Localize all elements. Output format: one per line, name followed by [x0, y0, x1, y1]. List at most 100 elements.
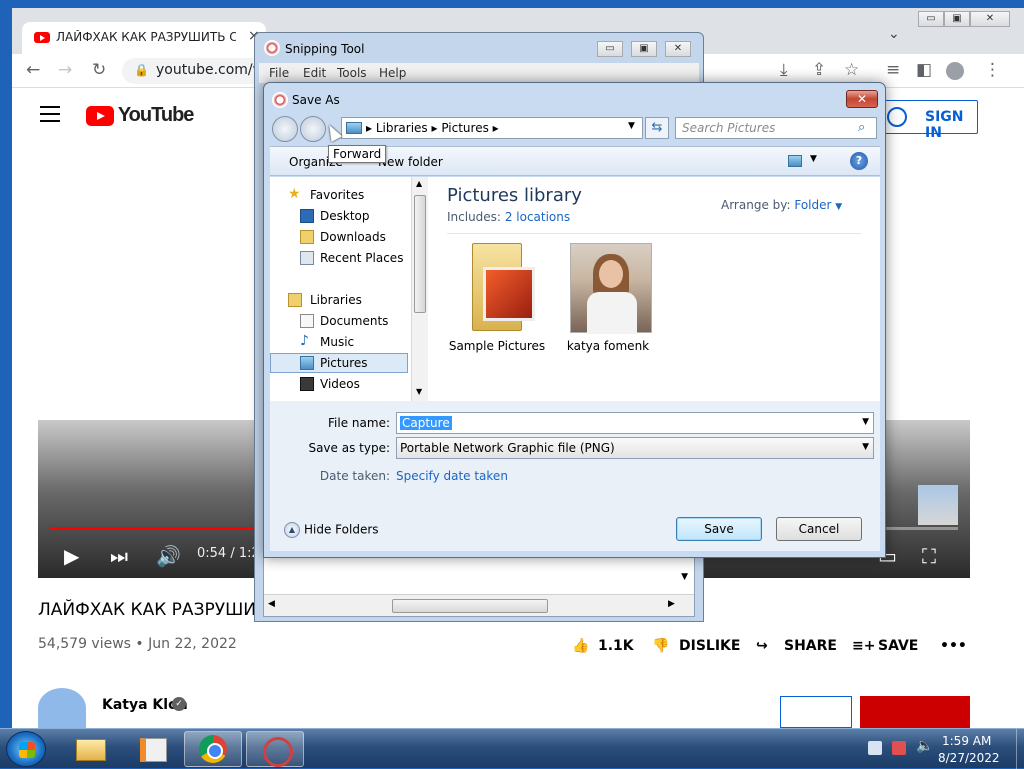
taskbar-snipping-tool[interactable]	[246, 731, 304, 767]
volume-tray-icon[interactable]: 🔈	[916, 738, 933, 754]
forward-icon[interactable]: →	[58, 60, 72, 80]
chrome-close-button[interactable]: ✕	[970, 11, 1010, 27]
hide-folders-label: Hide Folders	[304, 522, 379, 537]
hamburger-menu-icon[interactable]	[40, 106, 60, 127]
arrange-dropdown-icon[interactable]: ▼	[835, 202, 842, 212]
horizontal-scrollbar[interactable]: ◀ ▶	[264, 594, 694, 616]
nav-libraries[interactable]: Libraries	[270, 290, 408, 310]
chrome-maximize-button[interactable]: ▣	[944, 11, 970, 27]
save-type-dropdown-icon[interactable]: ▼	[862, 442, 869, 452]
date-taken-link[interactable]: Specify date taken	[396, 469, 508, 483]
reading-list-icon[interactable]: ≡	[886, 60, 900, 80]
dislike-icon[interactable]: 👎	[652, 638, 669, 654]
reload-icon[interactable]: ↻	[92, 60, 106, 80]
cancel-button[interactable]: Cancel	[776, 517, 862, 541]
save-type-select[interactable]: Portable Network Graphic file (PNG) ▼	[396, 437, 874, 459]
scroll-left-icon[interactable]: ◀	[268, 599, 275, 609]
nav-music[interactable]: ♪ Music	[270, 332, 408, 352]
like-count[interactable]: 1.1K	[598, 638, 634, 654]
start-button[interactable]	[6, 731, 46, 767]
volume-icon[interactable]: 🔊	[156, 544, 181, 568]
breadcrumb-bar[interactable]: ▸ Libraries ▸ Pictures ▸ ▼	[341, 117, 643, 139]
help-icon[interactable]: ?	[850, 152, 868, 170]
fullscreen-icon[interactable]: ⛶	[922, 544, 936, 568]
nav-downloads[interactable]: Downloads	[270, 227, 408, 247]
view-dropdown-icon[interactable]: ▼	[810, 154, 817, 164]
libraries-icon	[288, 293, 302, 307]
save-button[interactable]: SAVE	[878, 638, 918, 654]
dialog-close-button[interactable]: ✕	[846, 90, 878, 108]
show-desktop-button[interactable]	[1016, 729, 1024, 769]
save-playlist-icon[interactable]: ≡+	[852, 638, 875, 654]
search-input[interactable]: Search Pictures ⌕	[675, 117, 877, 139]
nav-scroll-down-icon[interactable]: ▼	[416, 387, 422, 396]
hide-folders-toggle[interactable]: ▲ Hide Folders	[284, 522, 379, 538]
new-folder-button[interactable]: New folder	[378, 155, 443, 169]
taskbar-media-player[interactable]	[120, 731, 178, 767]
nav-favorites[interactable]: ★ Favorites	[270, 185, 408, 205]
forward-nav-button[interactable]	[300, 116, 326, 142]
clock-date[interactable]: 8/27/2022	[938, 751, 1000, 765]
install-icon[interactable]: ⤓	[780, 60, 788, 80]
subscribe-button[interactable]	[860, 696, 970, 728]
network-icon[interactable]	[868, 741, 882, 755]
arrange-label: Arrange by:	[721, 198, 791, 212]
nav-scroll-thumb[interactable]	[414, 195, 426, 313]
snip-close-button[interactable]: ✕	[665, 41, 691, 57]
sign-in-button[interactable]: SIGN IN	[874, 100, 978, 141]
like-icon[interactable]: 👍	[572, 638, 589, 654]
clock-time[interactable]: 1:59 AM	[942, 734, 991, 748]
nav-scroll-up-icon[interactable]: ▲	[416, 179, 422, 188]
taskbar-explorer[interactable]	[60, 731, 118, 767]
file-name-value: Capture	[400, 416, 452, 430]
chrome-minimize-button[interactable]: ▭	[918, 11, 944, 27]
youtube-logo[interactable]: YouTube	[86, 104, 194, 127]
save-button[interactable]: Save	[676, 517, 762, 541]
taskbar-chrome[interactable]	[184, 731, 242, 767]
channel-avatar[interactable]	[38, 688, 86, 728]
share-icon[interactable]: ↪	[756, 638, 768, 654]
locations-link[interactable]: 2 locations	[505, 210, 570, 224]
horizontal-scroll-thumb[interactable]	[392, 599, 548, 613]
tab-title: ЛАЙФХАК КАК РАЗРУШИТЬ СЕМ	[56, 30, 236, 44]
back-nav-button[interactable]	[272, 116, 298, 142]
tab-search-chevron-icon[interactable]: ⌄	[888, 26, 900, 42]
breadcrumb-dropdown-icon[interactable]: ▼	[628, 121, 635, 131]
vscroll-down-icon[interactable]: ▼	[681, 572, 688, 582]
file-name-field[interactable]: Capture ▼	[396, 412, 874, 434]
action-center-icon[interactable]	[892, 741, 906, 755]
back-icon[interactable]: ←	[26, 60, 40, 80]
play-icon[interactable]: ▶	[64, 544, 79, 568]
more-actions-icon[interactable]: •••	[940, 638, 967, 654]
share-page-icon[interactable]: ⇪	[812, 60, 826, 80]
menu-tools[interactable]: Tools	[337, 66, 367, 80]
menu-edit[interactable]: Edit	[303, 66, 326, 80]
chrome-menu-icon[interactable]: ⋮	[984, 60, 1001, 80]
nav-scrollbar[interactable]: ▲ ▼	[411, 177, 428, 401]
nav-recent-places[interactable]: Recent Places	[270, 248, 408, 268]
snip-minimize-button[interactable]: ▭	[597, 41, 623, 57]
arrange-dropdown[interactable]: Folder	[794, 198, 831, 212]
address-bar[interactable]: 🔒 youtube.com/wa	[122, 58, 273, 84]
breadcrumb[interactable]: ▸ Libraries ▸ Pictures ▸	[366, 121, 499, 135]
menu-help[interactable]: Help	[379, 66, 406, 80]
file-name-dropdown-icon[interactable]: ▼	[862, 417, 869, 427]
change-view-icon[interactable]	[788, 155, 802, 167]
scroll-right-icon[interactable]: ▶	[668, 599, 675, 609]
nav-desktop[interactable]: Desktop	[270, 206, 408, 226]
snip-maximize-button[interactable]: ▣	[631, 41, 657, 57]
share-button[interactable]: SHARE	[784, 638, 837, 654]
join-button[interactable]	[780, 696, 852, 728]
dislike-button[interactable]: DISLIKE	[679, 638, 740, 654]
refresh-button[interactable]: ⇆	[645, 117, 669, 139]
profile-avatar-icon[interactable]	[946, 62, 964, 80]
side-panel-icon[interactable]: ◧	[916, 60, 932, 80]
nav-documents[interactable]: Documents	[270, 311, 408, 331]
browser-tab[interactable]: ЛАЙФХАК КАК РАЗРУШИТЬ СЕМ ×	[22, 22, 266, 54]
library-title: Pictures library	[447, 185, 582, 206]
menu-file[interactable]: File	[269, 66, 289, 80]
next-icon[interactable]: ⏭	[110, 544, 128, 568]
nav-videos[interactable]: Videos	[270, 374, 408, 394]
bookmark-star-icon[interactable]: ☆	[844, 60, 859, 80]
nav-pictures[interactable]: Pictures	[270, 353, 408, 373]
